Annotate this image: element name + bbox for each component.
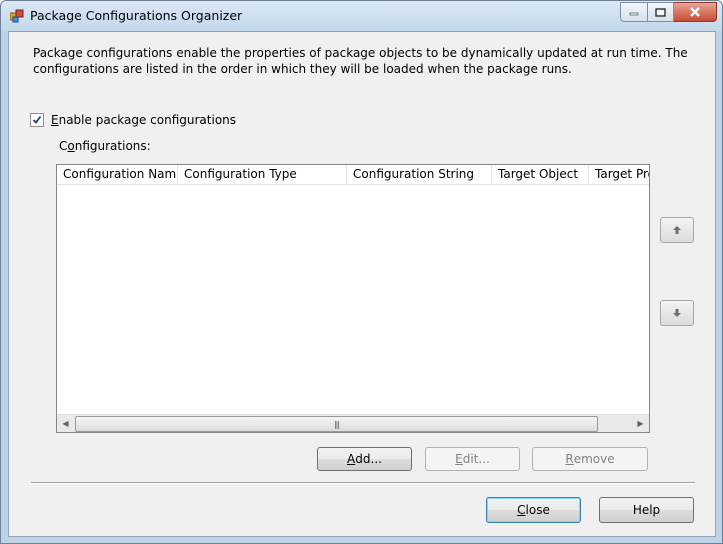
enable-configurations-checkbox-row[interactable]: Enable package configurations xyxy=(30,113,236,127)
dialog-window: Package Configurations Organizer Package… xyxy=(0,0,723,544)
scroll-right-arrow-icon[interactable]: ▶ xyxy=(632,415,649,432)
column-header-configuration-type[interactable]: Configuration Type xyxy=(178,165,347,184)
dialog-client-area: Package configurations enable the proper… xyxy=(8,31,716,537)
description-text: Package configurations enable the proper… xyxy=(33,46,688,76)
edit-button[interactable]: Edit... xyxy=(425,447,520,471)
arrow-up-icon xyxy=(673,226,681,234)
close-button[interactable]: Close xyxy=(486,497,581,523)
close-icon xyxy=(690,7,700,17)
minimize-button[interactable] xyxy=(620,2,648,22)
enable-configurations-label: Enable package configurations xyxy=(51,113,237,127)
horizontal-scrollbar[interactable]: ◀ ||| ▶ xyxy=(57,414,649,432)
checkmark-icon xyxy=(32,115,42,124)
enable-configurations-checkbox[interactable] xyxy=(30,113,44,127)
divider xyxy=(31,482,695,484)
package-app-icon xyxy=(10,9,24,23)
scrollbar-thumb[interactable]: ||| xyxy=(75,416,598,432)
title-bar[interactable]: Package Configurations Organizer xyxy=(1,1,722,31)
caption-buttons xyxy=(620,2,717,22)
window-close-button[interactable] xyxy=(674,2,717,22)
add-button[interactable]: Add... xyxy=(317,447,412,471)
grid-header: Configuration Name Configuration Type Co… xyxy=(57,165,649,185)
configurations-label: Configurations: xyxy=(59,139,151,153)
grip-icon: ||| xyxy=(333,419,340,429)
maximize-icon xyxy=(655,7,666,17)
configurations-grid[interactable]: Configuration Name Configuration Type Co… xyxy=(56,164,650,433)
remove-button[interactable]: Remove xyxy=(532,447,648,471)
column-header-configuration-string[interactable]: Configuration String xyxy=(347,165,492,184)
scroll-left-arrow-icon[interactable]: ◀ xyxy=(57,415,74,432)
window-title: Package Configurations Organizer xyxy=(30,8,243,23)
move-down-button[interactable] xyxy=(660,300,694,326)
move-up-button[interactable] xyxy=(660,217,694,243)
minimize-icon xyxy=(629,12,639,16)
maximize-button[interactable] xyxy=(648,2,674,22)
column-header-target-property[interactable]: Target Pro xyxy=(589,165,649,184)
help-button[interactable]: Help xyxy=(599,497,694,523)
column-header-target-object[interactable]: Target Object xyxy=(492,165,589,184)
arrow-down-icon xyxy=(673,309,681,317)
column-header-configuration-name[interactable]: Configuration Name xyxy=(57,165,178,184)
